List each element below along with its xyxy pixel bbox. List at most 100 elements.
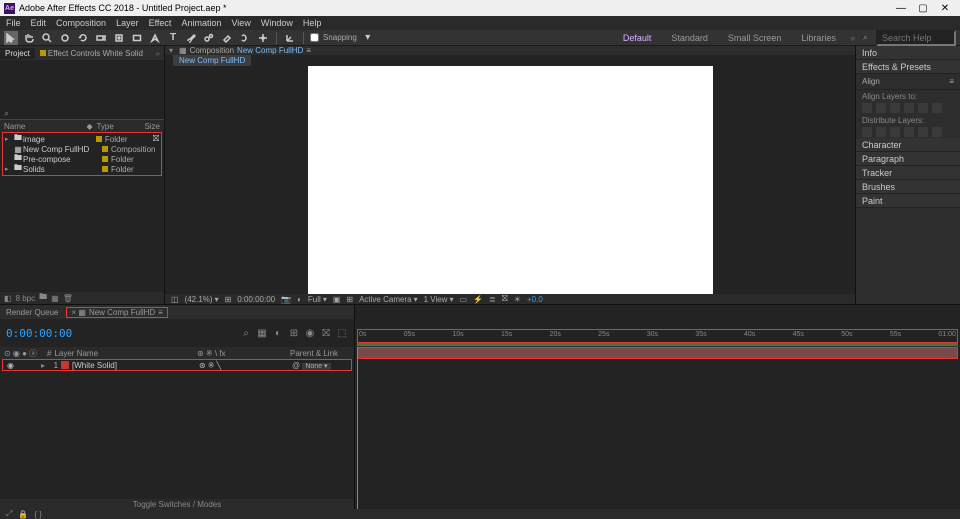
menu-window[interactable]: Window — [261, 18, 293, 28]
workspace-default[interactable]: Default — [617, 32, 658, 44]
flowchart-icon[interactable]: ⛝ — [502, 294, 508, 304]
resolution-dropdown[interactable]: Full ▾ — [308, 295, 327, 304]
reset-exposure-icon[interactable]: ☀ — [514, 295, 521, 304]
bpc-button[interactable]: 8 bpc — [16, 294, 36, 303]
toggle-switches-modes[interactable]: Toggle Switches / Modes — [0, 499, 354, 509]
search-layer-icon[interactable]: ⌕ — [240, 327, 252, 339]
type-tool-icon[interactable]: T — [166, 31, 180, 45]
timeline-icon[interactable]: ≣ — [489, 295, 496, 304]
channel-icon[interactable]: ◐ — [297, 295, 302, 304]
time-ruler[interactable]: 0s05s10s15s20s25s30s35s40s45s50s55s01:00 — [355, 319, 960, 347]
panbehind-tool-icon[interactable] — [112, 31, 126, 45]
panel-paint[interactable]: Paint — [856, 194, 960, 208]
menu-composition[interactable]: Composition — [56, 18, 106, 28]
toggle-alpha-icon[interactable]: ◫ — [171, 295, 179, 304]
panel-paragraph[interactable]: Paragraph — [856, 152, 960, 166]
new-folder-icon[interactable]: 🖿 — [39, 291, 47, 305]
draft3d-icon[interactable]: ⬚ — [336, 327, 348, 339]
align-bottom-icon[interactable] — [932, 103, 942, 113]
panel-menu-icon[interactable]: ▾ — [169, 46, 173, 55]
workspace-libraries[interactable]: Libraries — [795, 32, 842, 44]
dist-2-icon[interactable] — [876, 127, 886, 137]
align-vcenter-icon[interactable] — [918, 103, 928, 113]
hand-tool-icon[interactable] — [22, 31, 36, 45]
lock-icon[interactable]: 🔒 — [18, 510, 28, 519]
layer-row-1[interactable]: ◉ ▸ 1 [White Solid] ⊛ ※ ╲ @ None ▾ — [2, 359, 352, 371]
menu-effect[interactable]: Effect — [149, 18, 172, 28]
pixel-aspect-icon[interactable]: ▭ — [459, 295, 467, 304]
graph-editor-icon[interactable]: ⛝ — [320, 327, 332, 339]
zoom-tool-icon[interactable] — [40, 31, 54, 45]
project-row-precomp[interactable]: 🖿Pre-composeFolder — [3, 154, 161, 164]
tab-project[interactable]: Project — [0, 48, 35, 59]
pen-tool-icon[interactable] — [148, 31, 162, 45]
roto-tool-icon[interactable] — [238, 31, 252, 45]
parent-dropdown[interactable]: None ▾ — [302, 363, 330, 370]
quality-toggle[interactable]: ╲ — [216, 361, 221, 370]
timeline-tracks[interactable]: 0s05s10s15s20s25s30s35s40s45s50s55s01:00 — [355, 305, 960, 509]
col-size[interactable]: Size — [144, 122, 160, 131]
maximize-button[interactable]: ▢ — [912, 3, 934, 14]
canvas[interactable] — [308, 66, 713, 294]
pickwhip-icon[interactable]: @ — [292, 361, 300, 370]
tab-timeline-comp[interactable]: × ▦ New Comp FullHD ≡ — [66, 307, 167, 318]
col-layername[interactable]: Layer Name — [54, 349, 194, 358]
twirl-icon[interactable]: ▸ — [41, 361, 45, 370]
playhead[interactable] — [357, 347, 358, 509]
project-search[interactable]: ⌕ — [0, 108, 164, 120]
panel-info[interactable]: Info — [856, 46, 960, 60]
align-left-icon[interactable] — [862, 103, 872, 113]
fast-preview-icon[interactable]: ⚡ — [473, 295, 483, 304]
panel-effects[interactable]: Effects & Presets — [856, 60, 960, 74]
puppet-tool-icon[interactable] — [256, 31, 270, 45]
comp-mini-icon[interactable]: ▦ — [256, 327, 268, 339]
layer-color-label[interactable] — [61, 361, 69, 369]
tab-effect-controls[interactable]: Effect Controls White Solid — [35, 48, 148, 59]
panel-brushes[interactable]: Brushes — [856, 180, 960, 194]
layer-name[interactable]: [White Solid] — [72, 361, 196, 370]
interpret-icon[interactable]: ◧ — [4, 294, 12, 303]
tab-render-queue[interactable]: Render Queue — [6, 308, 58, 317]
camera-dropdown[interactable]: Active Camera ▾ — [359, 295, 417, 304]
snapping-checkbox[interactable] — [310, 33, 319, 42]
align-top-icon[interactable] — [904, 103, 914, 113]
clone-tool-icon[interactable] — [202, 31, 216, 45]
exposure-value[interactable]: +0.0 — [527, 295, 543, 304]
rect-tool-icon[interactable] — [130, 31, 144, 45]
current-timecode[interactable]: 0:00:00:00 — [6, 327, 72, 340]
rotate-tool-icon[interactable] — [76, 31, 90, 45]
brush-tool-icon[interactable] — [184, 31, 198, 45]
workspace-small[interactable]: Small Screen — [722, 32, 788, 44]
new-comp-icon[interactable]: ▦ — [51, 294, 59, 303]
project-row-solids[interactable]: ▸🖿SolidsFolder — [3, 164, 161, 174]
layer-duration-bar[interactable] — [357, 347, 958, 359]
dist-1-icon[interactable] — [862, 127, 872, 137]
search-help-input[interactable] — [876, 30, 956, 46]
menu-file[interactable]: File — [6, 18, 21, 28]
frame-blend-icon[interactable]: ⊞ — [288, 327, 300, 339]
motion-blur-icon[interactable]: ◉ — [304, 327, 316, 339]
dist-4-icon[interactable] — [904, 127, 914, 137]
panel-character[interactable]: Character — [856, 138, 960, 152]
views-dropdown[interactable]: 1 View ▾ — [424, 295, 454, 304]
breadcrumb[interactable]: New Comp FullHD — [173, 55, 251, 66]
eraser-tool-icon[interactable] — [220, 31, 234, 45]
expand-icon[interactable]: ⤢ — [6, 509, 12, 519]
grid-icon[interactable]: ⊞ — [346, 295, 353, 304]
dist-6-icon[interactable] — [932, 127, 942, 137]
selection-tool-icon[interactable] — [4, 31, 18, 45]
shy-toggle[interactable]: ⊛ — [199, 361, 206, 370]
minimize-button[interactable]: — — [890, 3, 912, 14]
project-row-image[interactable]: ▸🖿imageFolder⛝ — [3, 134, 161, 144]
resolution-icon[interactable]: ⊞ — [225, 295, 232, 304]
shy-icon[interactable]: ◐ — [272, 327, 284, 339]
brace-icon[interactable]: { } — [34, 510, 42, 519]
local-axis-icon[interactable] — [283, 31, 297, 45]
close-button[interactable]: ✕ — [934, 3, 956, 14]
composition-viewer[interactable] — [165, 66, 855, 294]
col-type[interactable]: Type — [96, 122, 144, 131]
work-area-bar[interactable] — [357, 343, 958, 346]
zoom-dropdown[interactable]: (42.1%) ▾ — [185, 295, 219, 304]
project-row-comp[interactable]: ▦New Comp FullHDComposition — [3, 144, 161, 154]
menu-animation[interactable]: Animation — [181, 18, 221, 28]
